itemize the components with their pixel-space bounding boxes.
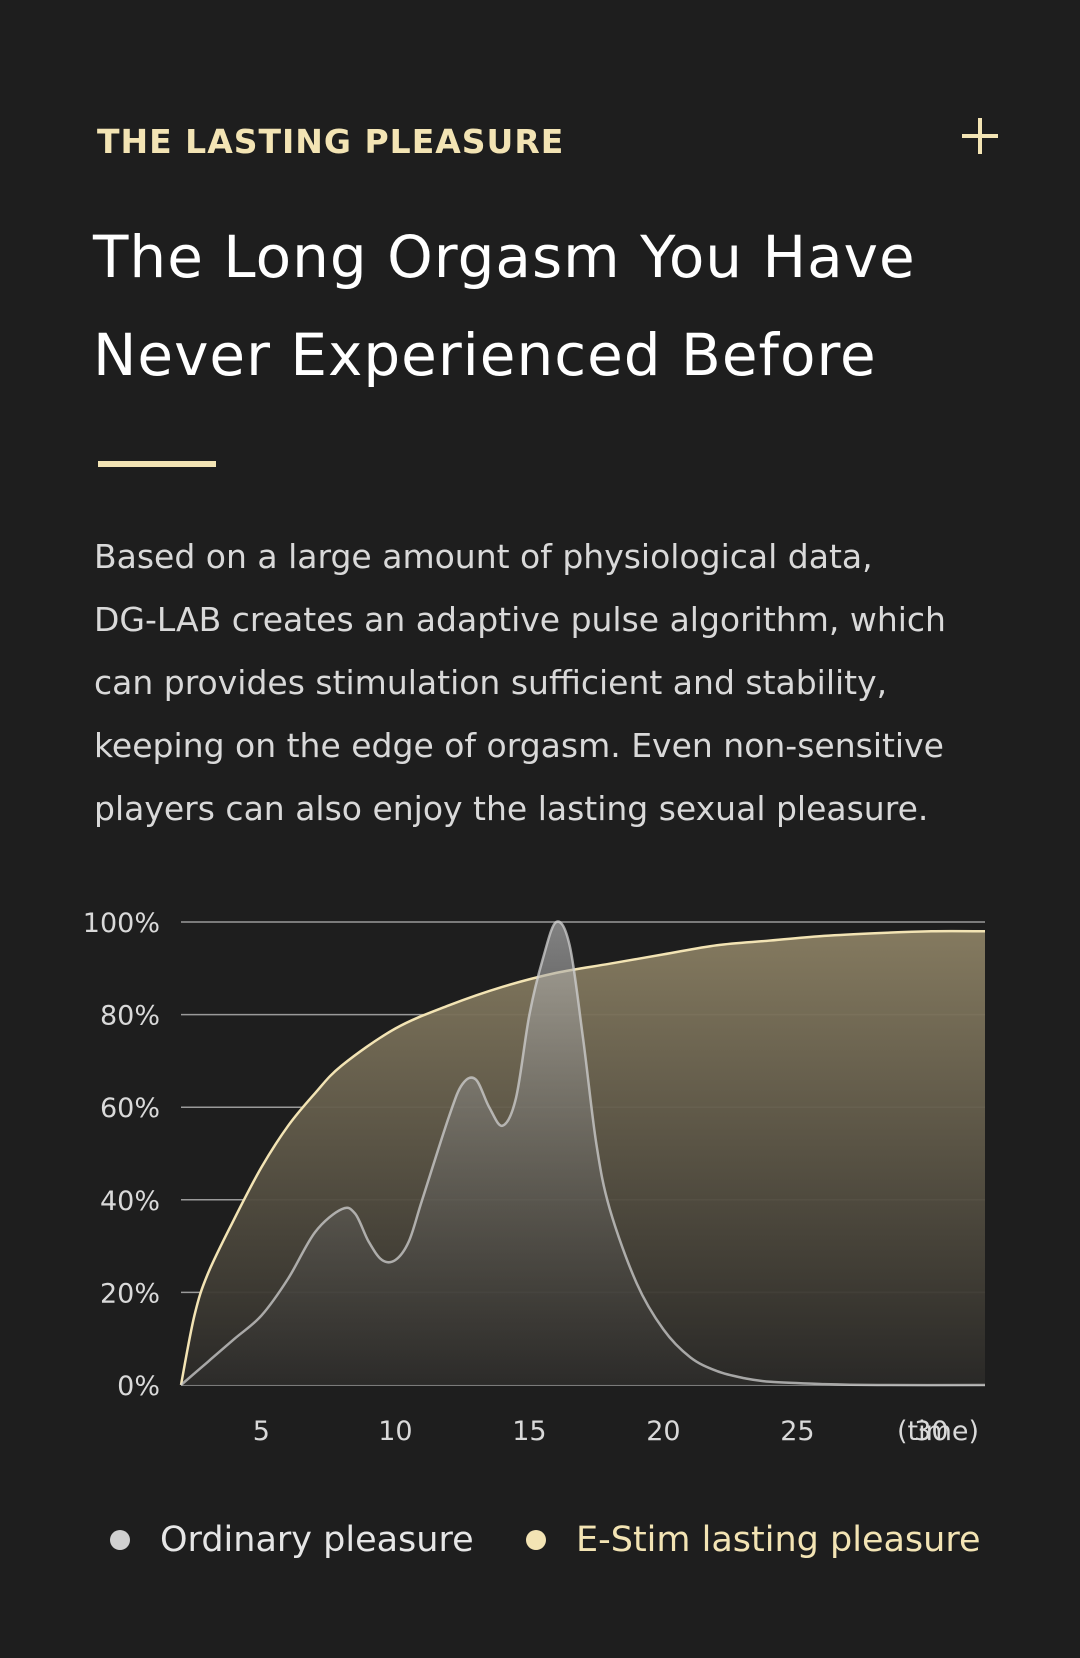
- page-title: The Long Orgasm You Have Never Experienc…: [93, 208, 1053, 404]
- description-paragraph: Based on a large amount of physiological…: [94, 525, 1054, 840]
- pleasure-chart: 0%20%40%60%80%100% 5 10 15 20 25 30 (time): [83, 908, 986, 1447]
- y-tick-label-5: 100%: [83, 908, 160, 939]
- legend-label-ordinary: Ordinary pleasure: [160, 1520, 474, 1560]
- chart-legend: Ordinary pleasure E-Stim lasting pleasur…: [0, 1510, 1080, 1570]
- y-tick-label-2: 40%: [100, 1186, 160, 1217]
- x-tick-label-1: 10: [378, 1416, 412, 1447]
- accent-divider: [98, 461, 216, 467]
- y-tick-label-1: 20%: [100, 1278, 160, 1309]
- legend-label-estim: E-Stim lasting pleasure: [576, 1520, 981, 1560]
- x-tick-label-2: 15: [512, 1416, 546, 1447]
- y-tick-label-3: 60%: [100, 1093, 160, 1124]
- legend-item-estim: E-Stim lasting pleasure: [526, 1510, 981, 1570]
- x-tick-label-0: 5: [253, 1416, 270, 1447]
- x-tick-label-4: 25: [780, 1416, 814, 1447]
- description-line-4: keeping on the edge of orgasm. Even non-…: [94, 726, 944, 765]
- y-tick-label-0: 0%: [117, 1371, 160, 1402]
- x-tick-label-3: 20: [646, 1416, 680, 1447]
- page-title-line-2: Never Experienced Before: [93, 321, 877, 389]
- x-axis-ticks: 5 10 15 20 25 30: [253, 1416, 949, 1447]
- page-title-line-1: The Long Orgasm You Have: [93, 223, 916, 291]
- description-line-2: DG-LAB creates an adaptive pulse algorit…: [94, 600, 946, 639]
- description-line-1: Based on a large amount of physiological…: [94, 537, 873, 576]
- legend-item-ordinary: Ordinary pleasure: [110, 1510, 474, 1570]
- description-line-3: can provides stimulation sufficient and …: [94, 663, 888, 702]
- description-line-5: players can also enjoy the lasting sexua…: [94, 789, 929, 828]
- legend-dot-estim: [526, 1530, 546, 1550]
- section-eyebrow: THE LASTING PLEASURE: [97, 122, 565, 161]
- plus-icon[interactable]: [962, 118, 998, 154]
- y-axis-ticks: 0% 20% 40% 60% 80% 100%: [83, 908, 160, 1402]
- legend-dot-ordinary: [110, 1530, 130, 1550]
- y-tick-label-4: 80%: [100, 1001, 160, 1032]
- x-axis-label: (time): [897, 1416, 979, 1447]
